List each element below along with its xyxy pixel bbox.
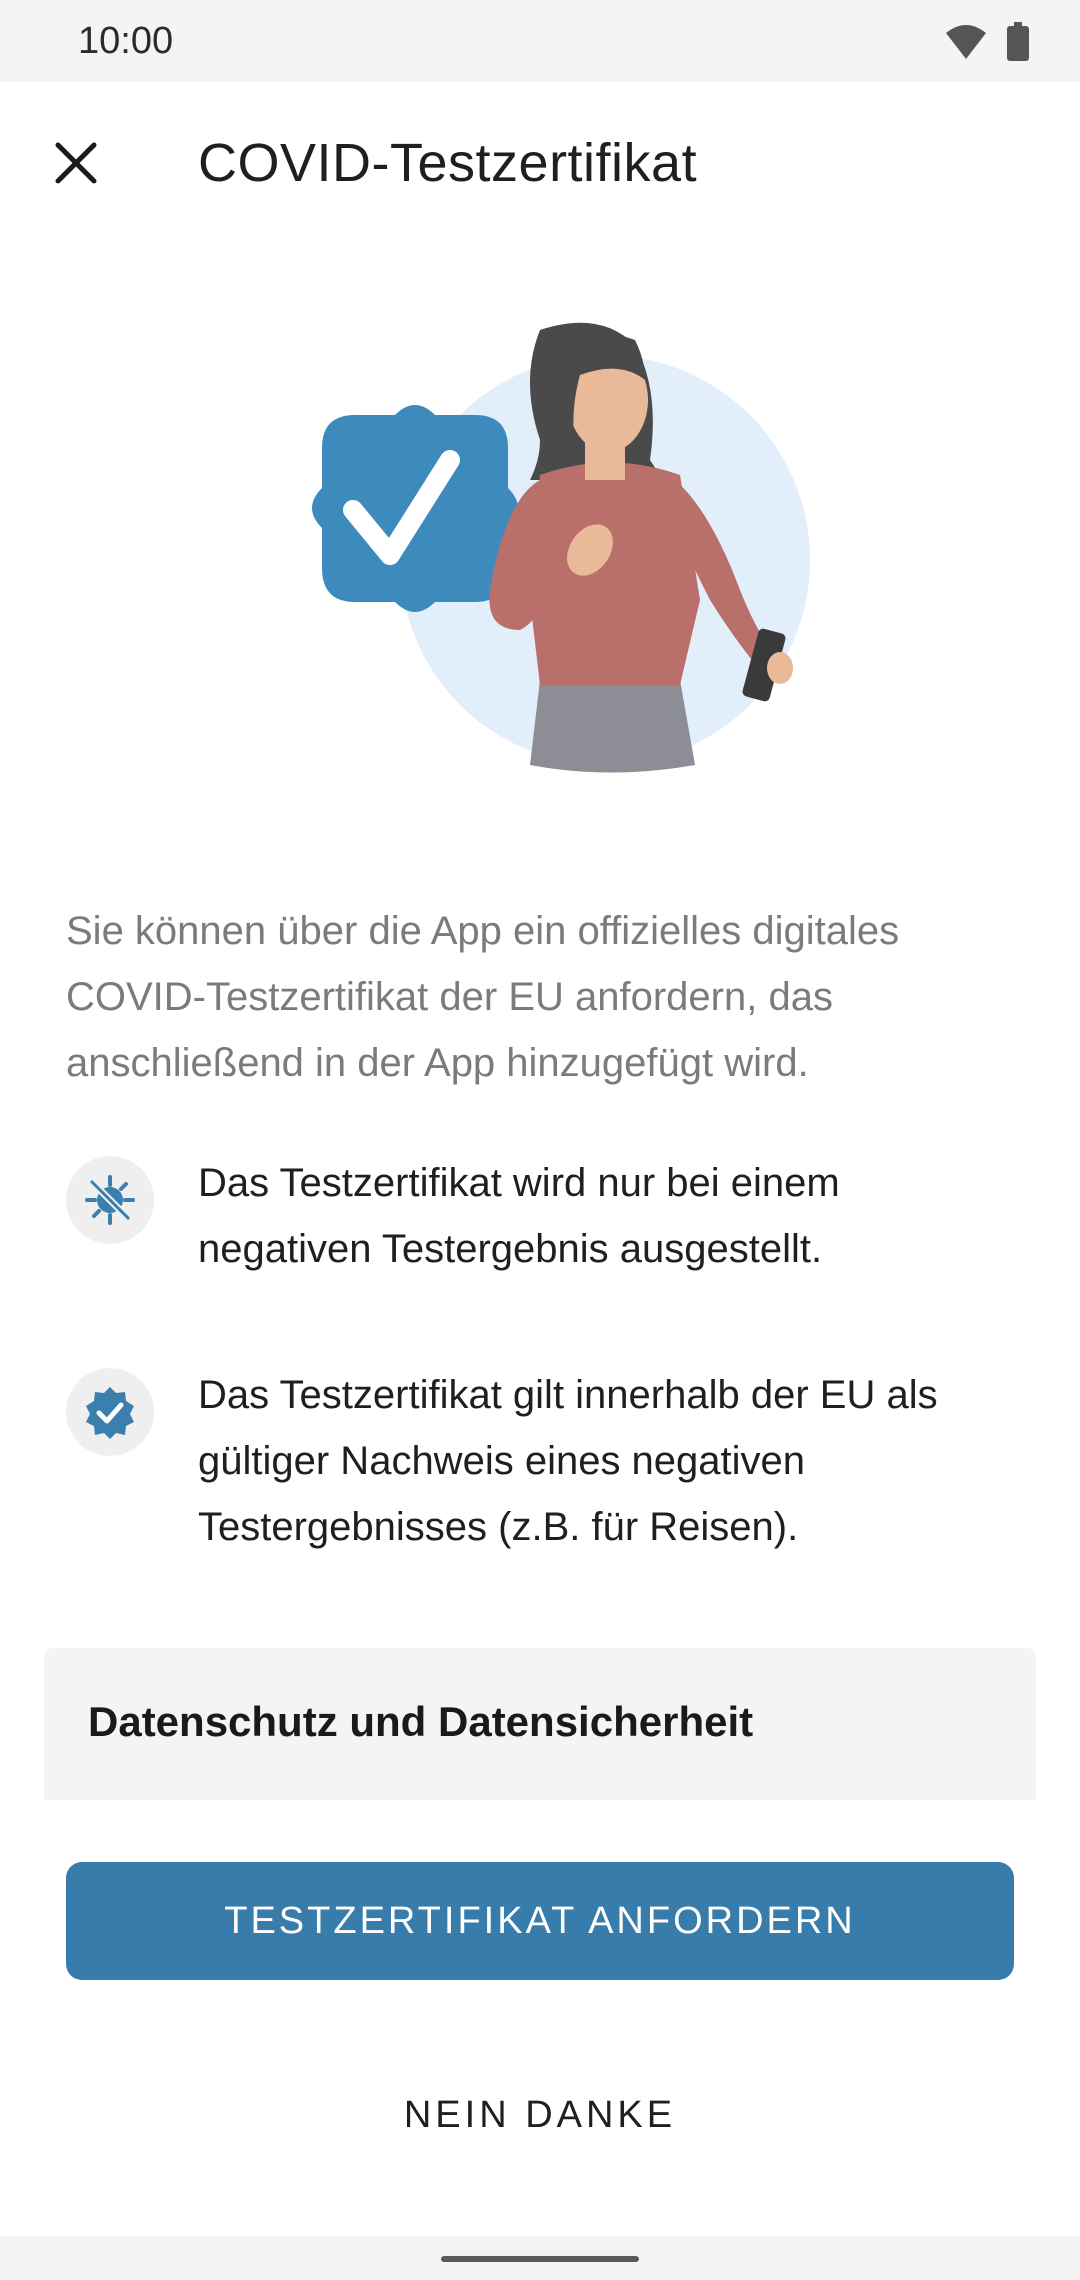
feature-item: Das Testzertifikat wird nur bei einem ne… xyxy=(66,1150,1026,1282)
app-bar: COVID-Testzertifikat xyxy=(0,82,1080,242)
privacy-section[interactable]: Datenschutz und Datensicherheit xyxy=(44,1648,1036,1800)
intro-text: Sie können über die App ein offizielles … xyxy=(66,909,900,1085)
page-title: COVID-Testzertifikat xyxy=(198,133,698,193)
home-indicator[interactable] xyxy=(441,2256,639,2262)
feature-item: Das Testzertifikat gilt innerhalb der EU… xyxy=(66,1362,1026,1560)
status-bar: 10:00 xyxy=(0,0,1080,82)
navigation-bar xyxy=(0,2236,1080,2280)
status-icons xyxy=(944,22,1030,67)
verified-badge-icon xyxy=(66,1368,154,1456)
hero-illustration xyxy=(240,300,840,800)
close-icon xyxy=(55,142,97,184)
wifi-icon xyxy=(944,23,988,66)
feature-text: Das Testzertifikat gilt innerhalb der EU… xyxy=(198,1373,938,1549)
request-certificate-button[interactable]: TESTZERTIFIKAT ANFORDERN xyxy=(66,1862,1014,1980)
virus-crossed-icon xyxy=(66,1156,154,1244)
status-time: 10:00 xyxy=(78,20,174,62)
feature-text: Das Testzertifikat wird nur bei einem ne… xyxy=(198,1161,840,1271)
privacy-title: Datenschutz und Datensicherheit xyxy=(88,1698,754,1745)
verified-badge-icon xyxy=(312,405,518,612)
close-button[interactable] xyxy=(40,127,112,199)
battery-icon xyxy=(1006,22,1030,67)
no-thanks-button[interactable]: NEIN DANKE xyxy=(66,2060,1014,2170)
